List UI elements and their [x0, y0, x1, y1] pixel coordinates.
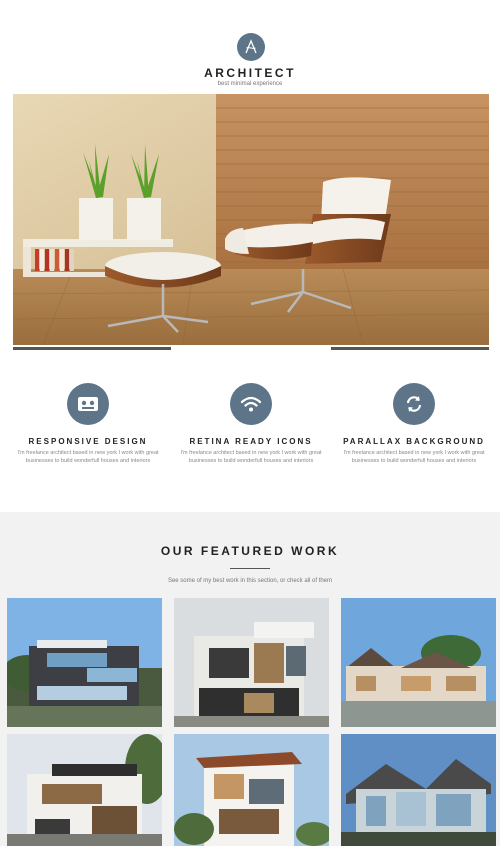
site-tagline: best minimal experience	[217, 81, 283, 87]
featured-work-section: OUR FEATURED WORK See some of my best wo…	[0, 512, 500, 846]
title-divider	[230, 568, 270, 569]
portfolio-tile-5[interactable]	[174, 734, 329, 846]
feature-retina: RETINA READY ICONS I'm freelance archite…	[171, 383, 331, 465]
slide-bar-1[interactable]	[13, 347, 171, 350]
slider-indicator	[13, 347, 489, 350]
hero-image	[13, 94, 489, 345]
section-title: OUR FEATURED WORK	[160, 544, 340, 558]
refresh-icon	[393, 383, 435, 425]
portfolio-tile-1[interactable]	[7, 598, 162, 727]
logo-circle	[237, 33, 265, 61]
slide-bar-2[interactable]	[171, 347, 331, 350]
wifi-icon	[230, 383, 272, 425]
logo-a-icon	[245, 39, 257, 54]
feature-title: PARALLAX BACKGROUND	[343, 437, 485, 446]
feature-text: I'm freelance architect based in new yor…	[17, 450, 159, 464]
feature-text: I'm freelance architect based in new yor…	[343, 450, 485, 464]
feature-title: RESPONSIVE DESIGN	[28, 437, 148, 446]
logo[interactable]	[237, 33, 265, 61]
portfolio-tile-2[interactable]	[174, 598, 329, 727]
feature-responsive: RESPONSIVE DESIGN I'm freelance architec…	[8, 383, 168, 465]
cassette-icon	[67, 383, 109, 425]
section-subtitle: See some of my best work in this section…	[167, 578, 333, 584]
portfolio-tile-4[interactable]	[7, 734, 162, 846]
site-title: ARCHITECT	[204, 66, 296, 80]
portfolio-tile-3[interactable]	[341, 598, 496, 727]
feature-title: RETINA READY ICONS	[189, 437, 313, 446]
portfolio-tile-6[interactable]	[341, 734, 496, 846]
slide-bar-3[interactable]	[331, 347, 489, 350]
feature-text: I'm freelance architect based in new yor…	[180, 450, 322, 464]
feature-parallax: PARALLAX BACKGROUND I'm freelance archit…	[334, 383, 494, 465]
